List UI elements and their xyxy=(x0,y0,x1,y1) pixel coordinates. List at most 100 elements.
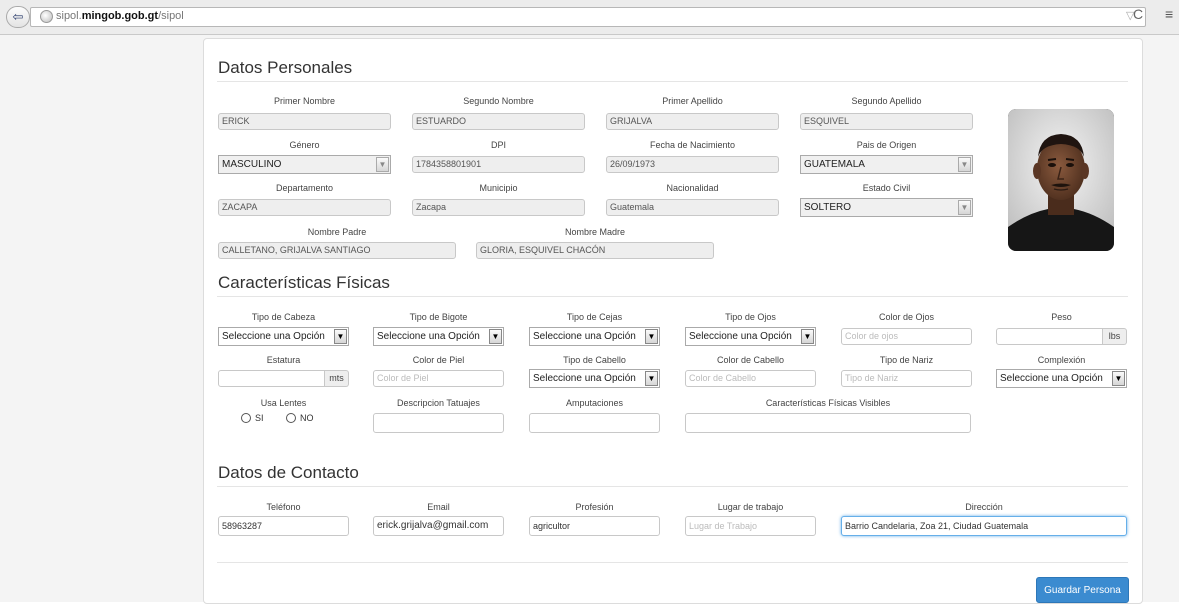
label-primer-apellido: Primer Apellido xyxy=(662,96,723,106)
amputaciones-input[interactable] xyxy=(529,413,660,433)
chevron-down-icon: ▼ xyxy=(1112,371,1125,386)
tipo-cabello-select[interactable]: Seleccione una Opción ▼ xyxy=(529,369,660,388)
email-input[interactable]: erick.grijalva@gmail.com xyxy=(373,516,504,536)
label-nombre-madre: Nombre Madre xyxy=(564,227,626,237)
chevron-down-icon: ▼ xyxy=(801,329,814,344)
url-text[interactable]: sipol.mingob.gob.gt/sipol xyxy=(56,10,184,22)
label-direccion: Dirección xyxy=(965,502,1003,512)
label-caracteristicas-visibles: Características Físicas Visibles xyxy=(765,398,891,408)
label-tatuajes: Descripcion Tatuajes xyxy=(397,398,480,408)
label-segundo-nombre: Segundo Nombre xyxy=(463,96,534,106)
section-title-personal: Datos Personales xyxy=(218,58,353,77)
label-peso: Peso xyxy=(1051,312,1072,322)
label-telefono: Teléfono xyxy=(266,502,301,512)
estado-civil-select[interactable]: SOLTERO ▼ xyxy=(800,198,973,217)
label-estado-civil: Estado Civil xyxy=(862,183,911,193)
tipo-cejas-select[interactable]: Seleccione una Opción ▼ xyxy=(529,327,660,346)
label-color-piel: Color de Piel xyxy=(412,355,465,365)
label-nacionalidad: Nacionalidad xyxy=(666,183,719,193)
label-tipo-bigote: Tipo de Bigote xyxy=(409,312,468,322)
segundo-apellido-field[interactable]: ESQUIVEL xyxy=(800,113,973,130)
person-photo xyxy=(1008,109,1114,251)
label-fecha-nacimiento: Fecha de Nacimiento xyxy=(649,140,736,150)
address-bar[interactable] xyxy=(30,7,1146,27)
label-municipio: Municipio xyxy=(479,183,518,193)
direccion-input[interactable]: Barrio Candelaria, Zoa 21, Ciudad Guatem… xyxy=(841,516,1127,536)
radio-no-label: NO xyxy=(300,413,314,423)
tipo-nariz-input[interactable]: Tipo de Nariz xyxy=(841,370,972,387)
label-color-ojos: Color de Ojos xyxy=(878,312,935,322)
nacionalidad-field[interactable]: Guatemala xyxy=(606,199,779,216)
menu-icon[interactable]: ≡ xyxy=(1165,6,1173,22)
reload-icon[interactable]: C xyxy=(1133,6,1143,22)
label-complexion: Complexión xyxy=(1037,355,1086,365)
complexion-select[interactable]: Seleccione una Opción ▼ xyxy=(996,369,1127,388)
nombre-padre-field[interactable]: CALLETANO, GRIJALVA SANTIAGO xyxy=(218,242,456,259)
label-primer-nombre: Primer Nombre xyxy=(273,96,335,106)
back-arrow-icon[interactable]: ⇦ xyxy=(6,6,30,28)
estatura-input[interactable] xyxy=(218,370,325,387)
label-tipo-ojos: Tipo de Ojos xyxy=(725,312,776,322)
select-value: Seleccione una Opción xyxy=(533,373,636,384)
tipo-cabeza-select[interactable]: Seleccione una Opción ▼ xyxy=(218,327,349,346)
divider xyxy=(217,562,1128,563)
chevron-down-icon: ▼ xyxy=(958,157,971,172)
label-tipo-nariz: Tipo de Nariz xyxy=(879,355,934,365)
chevron-down-icon: ▼ xyxy=(489,329,502,344)
chevron-down-icon: ▼ xyxy=(334,329,347,344)
lugar-trabajo-input[interactable]: Lugar de Trabajo xyxy=(685,516,816,536)
pais-origen-select[interactable]: GUATEMALA ▼ xyxy=(800,155,973,174)
select-value: Seleccione una Opción xyxy=(533,331,636,342)
estado-civil-value: SOLTERO xyxy=(804,202,852,213)
peso-unit: lbs xyxy=(1103,328,1127,345)
label-tipo-cabeza: Tipo de Cabeza xyxy=(251,312,316,322)
pais-origen-value: GUATEMALA xyxy=(804,159,865,170)
radio-si[interactable]: SI xyxy=(241,413,264,423)
globe-icon xyxy=(40,10,53,23)
divider xyxy=(217,296,1128,297)
peso-input[interactable] xyxy=(996,328,1103,345)
label-amputaciones: Amputaciones xyxy=(565,398,624,408)
chevron-down-icon: ▼ xyxy=(958,200,971,215)
guardar-persona-button[interactable]: Guardar Persona xyxy=(1036,577,1129,603)
color-piel-input[interactable]: Color de Piel xyxy=(373,370,504,387)
telefono-input[interactable]: 58963287 xyxy=(218,516,349,536)
radio-no[interactable]: NO xyxy=(286,413,314,423)
segundo-nombre-field[interactable]: ESTUARDO xyxy=(412,113,585,130)
label-pais-origen: Pais de Origen xyxy=(856,140,917,150)
primer-apellido-field[interactable]: GRIJALVA xyxy=(606,113,779,130)
radio-no-circle[interactable] xyxy=(286,413,296,423)
divider xyxy=(217,81,1128,82)
label-genero: Género xyxy=(289,140,320,150)
color-cabello-input[interactable]: Color de Cabello xyxy=(685,370,816,387)
tatuajes-input[interactable] xyxy=(373,413,504,433)
section-title-contacto: Datos de Contacto xyxy=(218,463,359,482)
departamento-field[interactable]: ZACAPA xyxy=(218,199,391,216)
primer-nombre-field[interactable]: ERICK xyxy=(218,113,391,130)
label-profesion: Profesión xyxy=(575,502,614,512)
label-segundo-apellido: Segundo Apellido xyxy=(851,96,922,106)
divider xyxy=(217,486,1128,487)
caracteristicas-visibles-input[interactable] xyxy=(685,413,971,433)
genero-select[interactable]: MASCULINO ▼ xyxy=(218,155,391,174)
label-email: Email xyxy=(427,502,450,512)
dpi-field[interactable]: 1784358801901 xyxy=(412,156,585,173)
radio-si-label: SI xyxy=(255,413,264,423)
label-estatura: Estatura xyxy=(266,355,301,365)
radio-si-circle[interactable] xyxy=(241,413,251,423)
label-tipo-cejas: Tipo de Cejas xyxy=(566,312,623,322)
color-ojos-input[interactable]: Color de ojos xyxy=(841,328,972,345)
chevron-down-icon: ▼ xyxy=(645,329,658,344)
label-dpi: DPI xyxy=(490,140,506,150)
tipo-bigote-select[interactable]: Seleccione una Opción ▼ xyxy=(373,327,504,346)
nombre-madre-field[interactable]: GLORIA, ESQUIVEL CHACÓN xyxy=(476,242,714,259)
municipio-field[interactable]: Zacapa xyxy=(412,199,585,216)
profesion-input[interactable]: agricultor xyxy=(529,516,660,536)
tipo-ojos-select[interactable]: Seleccione una Opción ▼ xyxy=(685,327,816,346)
label-color-cabello: Color de Cabello xyxy=(716,355,785,365)
section-title-fisicas: Características Físicas xyxy=(218,273,390,292)
chevron-down-icon: ▼ xyxy=(376,157,389,172)
fecha-nacimiento-field[interactable]: 26/09/1973 xyxy=(606,156,779,173)
label-tipo-cabello: Tipo de Cabello xyxy=(563,355,626,365)
label-usa-lentes: Usa Lentes xyxy=(260,398,307,408)
